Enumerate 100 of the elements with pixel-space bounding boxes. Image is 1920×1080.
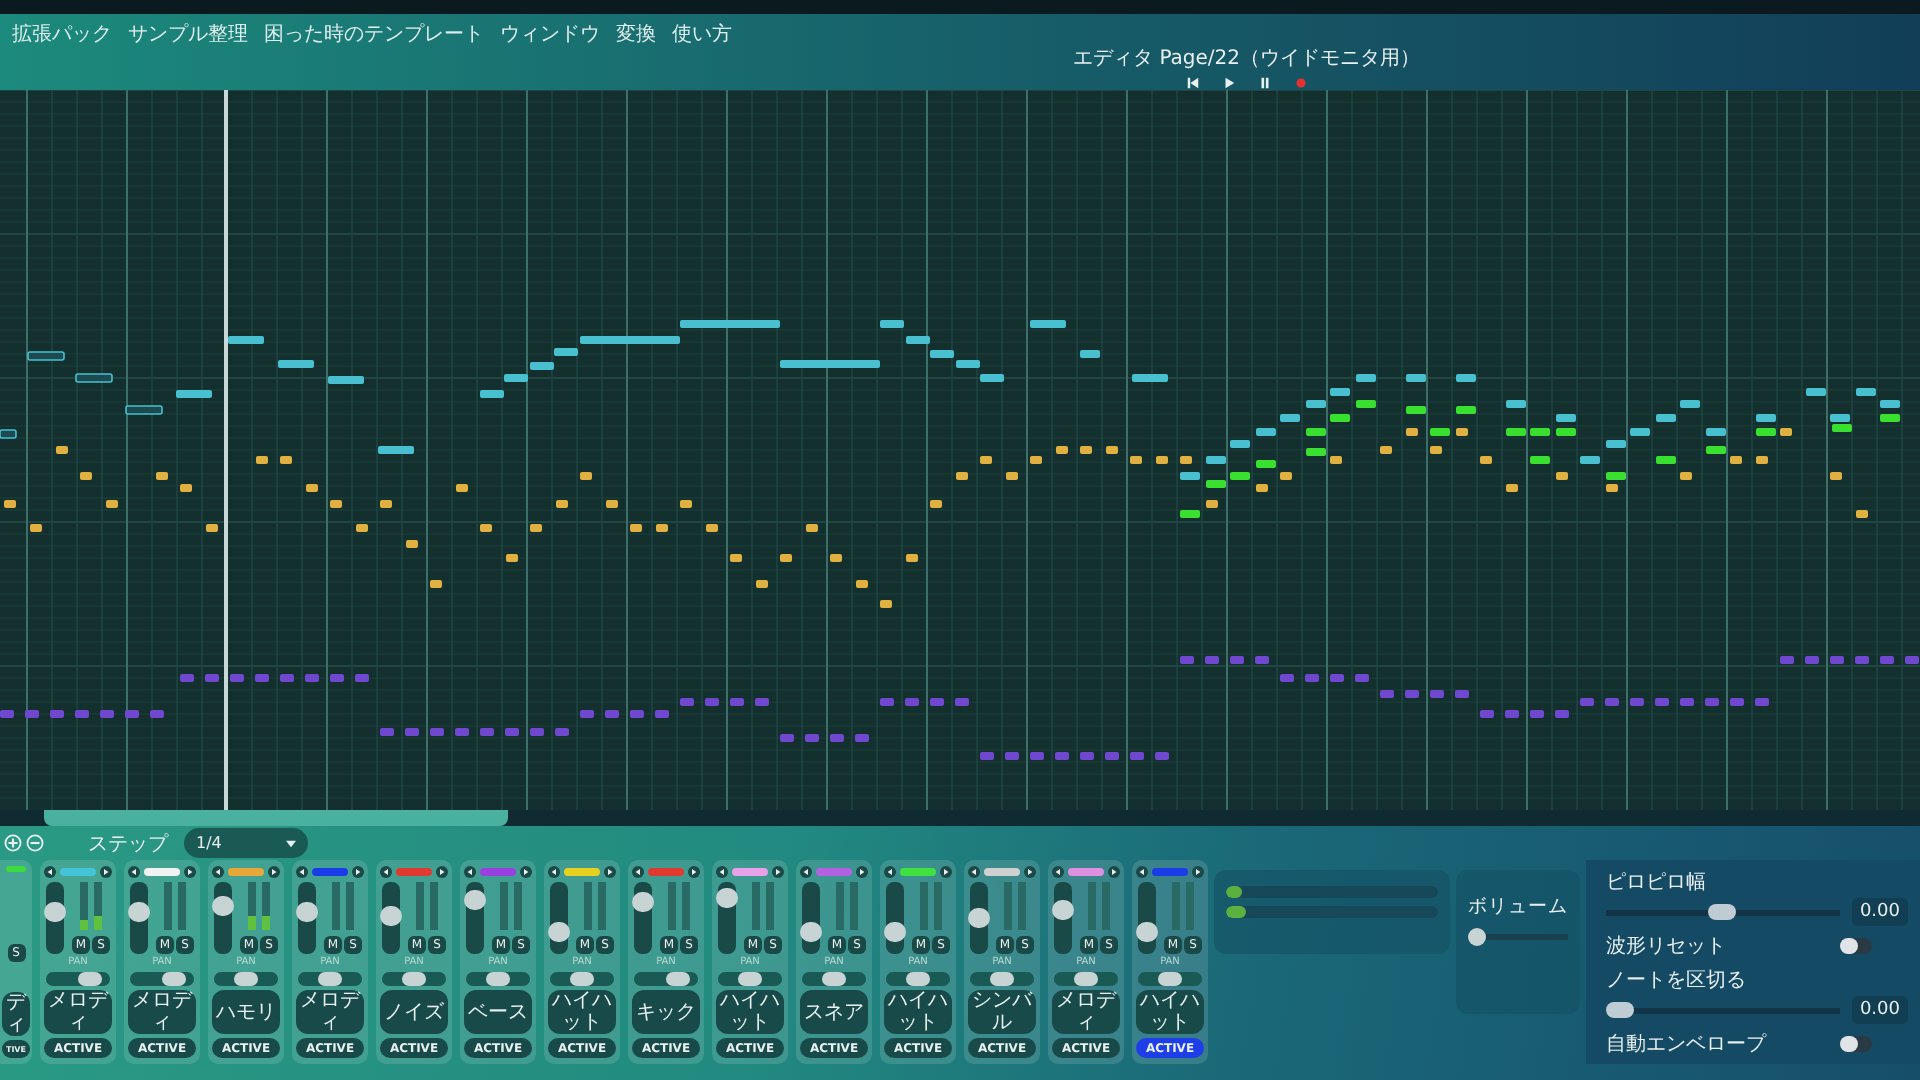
right-arrow-icon[interactable]: [100, 866, 112, 878]
left-arrow-icon[interactable]: [1136, 866, 1148, 878]
fader-thumb[interactable]: [968, 908, 990, 928]
note-block[interactable]: [356, 524, 368, 532]
channel-name[interactable]: ハイハット: [716, 990, 784, 1034]
right-arrow-icon[interactable]: [352, 866, 364, 878]
channel-name[interactable]: ノイズ: [380, 990, 448, 1034]
note-block[interactable]: [656, 524, 668, 532]
note-block[interactable]: [756, 580, 768, 588]
toggle-switch[interactable]: [1840, 938, 1872, 954]
pan-slider-thumb[interactable]: [822, 972, 846, 986]
channel-name[interactable]: ハイハット: [884, 990, 952, 1034]
note-block[interactable]: [125, 405, 163, 415]
note-block[interactable]: [806, 524, 818, 532]
channel-name[interactable]: ハイハット: [548, 990, 616, 1034]
zoom-out-icon[interactable]: [26, 834, 44, 852]
pan-slider-thumb[interactable]: [234, 972, 258, 986]
note-block[interactable]: [1380, 446, 1392, 454]
right-arrow-icon[interactable]: [268, 866, 280, 878]
pan-slider-thumb[interactable]: [486, 972, 510, 986]
pan-slider-thumb[interactable]: [906, 972, 930, 986]
scrollbar-thumb[interactable]: [44, 810, 508, 826]
note-block[interactable]: [1480, 456, 1492, 464]
left-arrow-icon[interactable]: [380, 866, 392, 878]
channel-name[interactable]: メロディ: [128, 990, 196, 1034]
note-block[interactable]: [906, 554, 918, 562]
value-field[interactable]: 0.00: [1851, 996, 1908, 1024]
left-arrow-icon[interactable]: [548, 866, 560, 878]
note-block[interactable]: [1756, 456, 1768, 464]
fader-thumb[interactable]: [632, 892, 654, 913]
skip-back-icon[interactable]: [1185, 76, 1200, 90]
menu-item[interactable]: 困った時のテンプレート: [264, 20, 484, 48]
note-block[interactable]: [1830, 472, 1842, 480]
channel-name[interactable]: キック: [632, 990, 700, 1034]
right-arrow-icon[interactable]: [1024, 866, 1036, 878]
note-block[interactable]: [606, 500, 618, 508]
slider-thumb[interactable]: [1708, 903, 1737, 919]
step-dropdown[interactable]: 1/4: [184, 828, 308, 858]
note-block[interactable]: [780, 554, 792, 562]
left-arrow-icon[interactable]: [296, 866, 308, 878]
pan-slider-thumb[interactable]: [78, 972, 102, 986]
note-block[interactable]: [830, 554, 842, 562]
slider-thumb[interactable]: [1606, 1001, 1634, 1017]
fader-thumb[interactable]: [1052, 900, 1074, 921]
note-block[interactable]: [4, 500, 16, 508]
fader-thumb[interactable]: [44, 902, 66, 923]
left-arrow-icon[interactable]: [884, 866, 896, 878]
note-block[interactable]: [1456, 374, 1476, 382]
channel-name[interactable]: ベース: [464, 990, 532, 1034]
note-block[interactable]: [506, 554, 518, 562]
channel-name[interactable]: メロディ: [44, 990, 112, 1034]
note-block[interactable]: [0, 429, 17, 439]
note-block[interactable]: [530, 524, 542, 532]
left-arrow-icon[interactable]: [464, 866, 476, 878]
note-block[interactable]: [630, 524, 642, 532]
note-block[interactable]: [930, 500, 942, 508]
right-arrow-icon[interactable]: [940, 866, 952, 878]
note-block[interactable]: [556, 500, 568, 508]
note-block[interactable]: [406, 540, 418, 548]
note-block[interactable]: [56, 446, 68, 454]
right-arrow-icon[interactable]: [604, 866, 616, 878]
note-block[interactable]: [206, 524, 218, 532]
note-block[interactable]: [75, 373, 113, 383]
record-icon[interactable]: [1293, 76, 1308, 90]
menu-item[interactable]: 使い方: [672, 20, 732, 48]
right-arrow-icon[interactable]: [184, 866, 196, 878]
pan-slider-thumb[interactable]: [570, 972, 594, 986]
left-arrow-icon[interactable]: [212, 866, 224, 878]
channel-name[interactable]: ハイハット: [1136, 990, 1204, 1034]
fader-thumb[interactable]: [548, 921, 570, 941]
left-arrow-icon[interactable]: [716, 866, 728, 878]
left-arrow-icon[interactable]: [968, 866, 980, 878]
fader-thumb[interactable]: [380, 905, 402, 926]
note-block[interactable]: [430, 580, 442, 588]
channel-name[interactable]: ハモリ: [212, 990, 280, 1034]
menu-item[interactable]: 変換: [616, 20, 656, 48]
right-arrow-icon[interactable]: [520, 866, 532, 878]
channel-name[interactable]: シンバル: [968, 990, 1036, 1034]
fader-thumb[interactable]: [212, 895, 234, 915]
pan-slider-thumb[interactable]: [318, 972, 342, 986]
note-block[interactable]: [1406, 374, 1426, 382]
note-block[interactable]: [80, 472, 92, 480]
right-arrow-icon[interactable]: [1192, 866, 1204, 878]
fader-thumb[interactable]: [464, 889, 486, 910]
note-block[interactable]: [1080, 350, 1100, 358]
left-arrow-icon[interactable]: [800, 866, 812, 878]
channel-name[interactable]: スネア: [800, 990, 868, 1034]
note-block[interactable]: [27, 351, 65, 361]
note-block[interactable]: [480, 524, 492, 532]
note-block[interactable]: [456, 484, 468, 492]
note-block[interactable]: [580, 472, 592, 480]
pan-slider-thumb[interactable]: [666, 972, 690, 986]
menu-item[interactable]: サンプル整理: [128, 20, 248, 48]
pan-slider-thumb[interactable]: [1074, 972, 1098, 986]
right-arrow-icon[interactable]: [856, 866, 868, 878]
value-field[interactable]: 0.00: [1851, 898, 1908, 926]
left-arrow-icon[interactable]: [128, 866, 140, 878]
fader-thumb[interactable]: [128, 902, 150, 923]
left-arrow-icon[interactable]: [632, 866, 644, 878]
note-block[interactable]: [380, 500, 392, 508]
